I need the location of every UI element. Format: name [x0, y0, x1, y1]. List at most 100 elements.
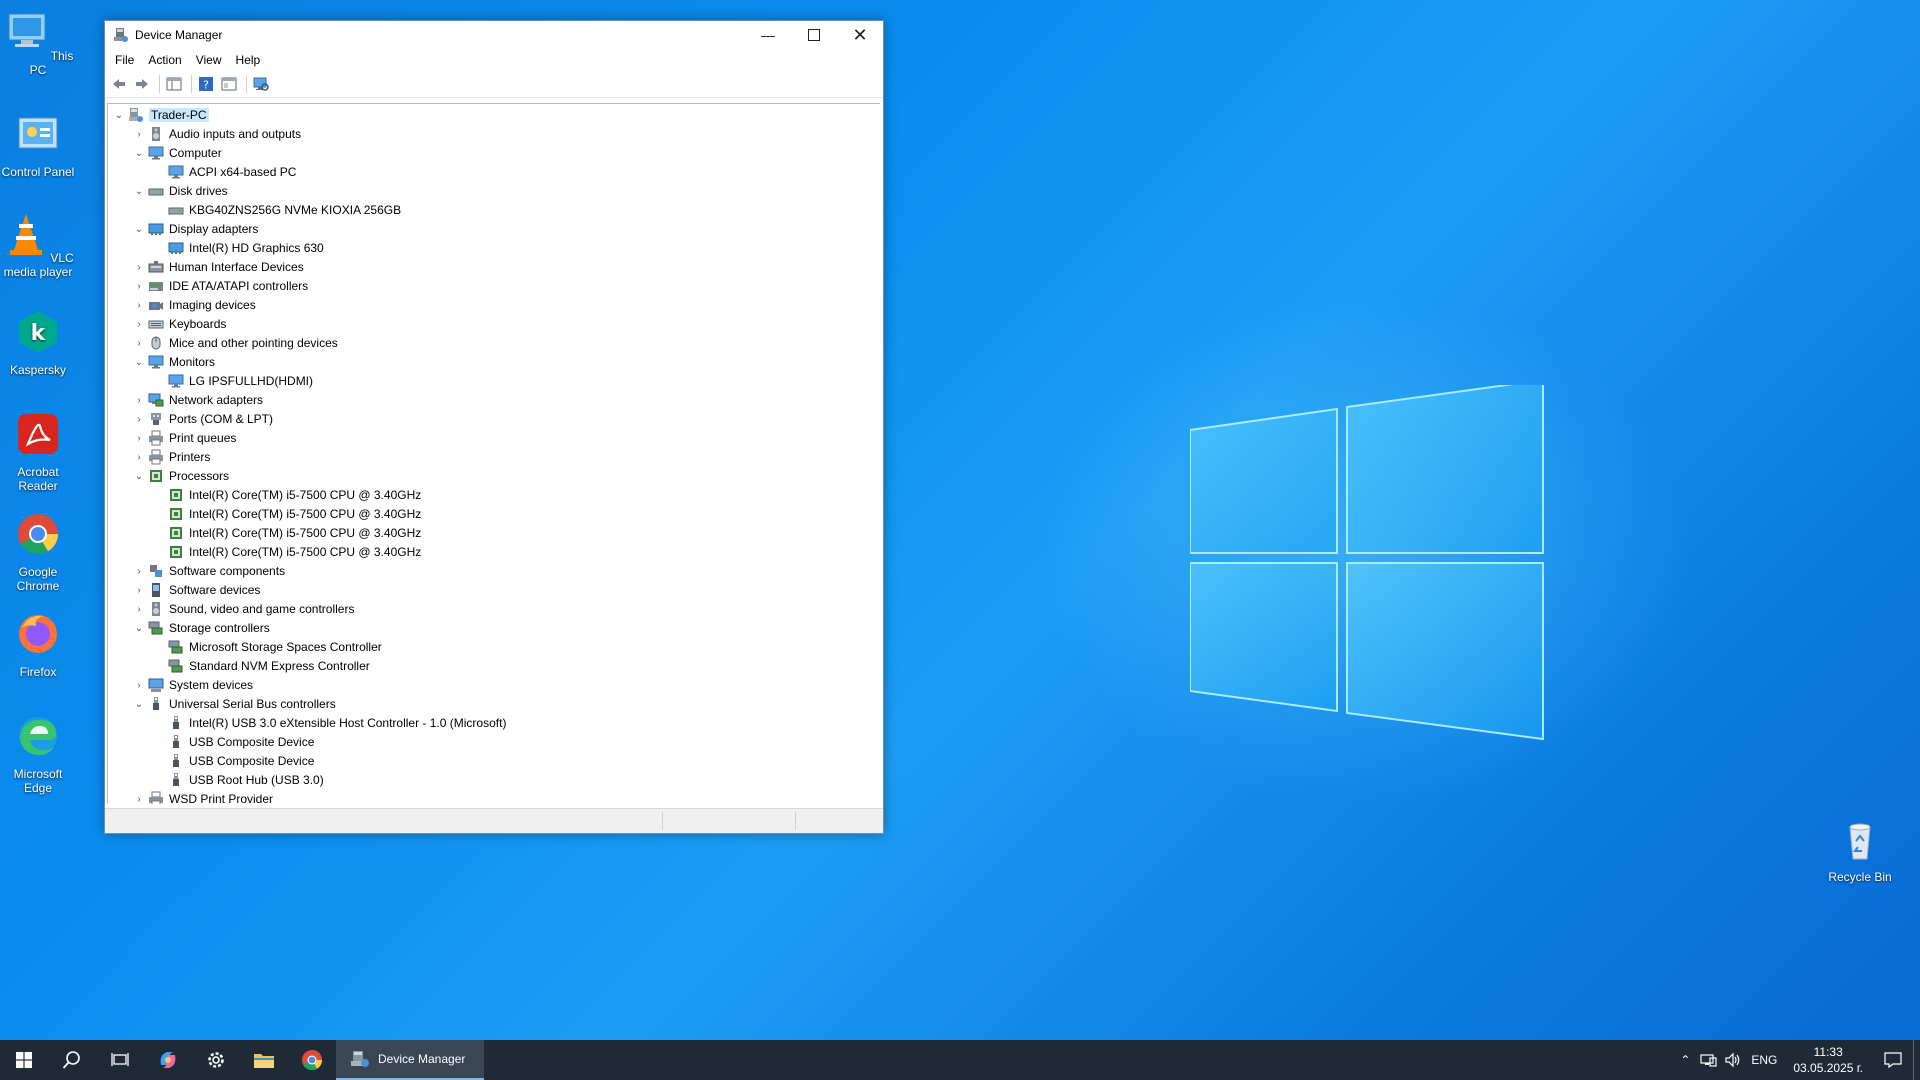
desktop-shortcut[interactable]: This PC	[0, 8, 76, 77]
menu-file[interactable]: File	[109, 53, 142, 67]
tree-item-label: Intel(R) Core(TM) i5-7500 CPU @ 3.40GHz	[189, 545, 422, 559]
tree-category[interactable]: › Printers	[132, 448, 210, 466]
scan-hardware-button[interactable]	[251, 74, 271, 94]
language-indicator[interactable]: ENG	[1745, 1040, 1783, 1080]
tree-category[interactable]: ⌄ Monitors	[132, 353, 215, 371]
tree-category[interactable]: › Imaging devices	[132, 296, 255, 314]
tree-category[interactable]: ⌄ Disk drives	[132, 182, 228, 200]
chevron-right-icon[interactable]: ›	[132, 600, 146, 618]
chevron-right-icon[interactable]: ›	[132, 296, 146, 314]
chevron-right-icon[interactable]: ›	[132, 125, 146, 143]
show-desktop-button[interactable]	[1913, 1040, 1920, 1080]
network-tray-button[interactable]	[1697, 1040, 1721, 1080]
tree-root[interactable]: ⌄ Trader-PC	[112, 106, 209, 124]
chevron-down-icon[interactable]: ⌄	[132, 353, 146, 371]
title-bar[interactable]: Device Manager — ✕	[105, 21, 883, 49]
tree-category[interactable]: ⌄ Computer	[132, 144, 222, 162]
search-button[interactable]	[48, 1040, 96, 1080]
tree-category[interactable]: › Sound, video and game controllers	[132, 600, 354, 618]
tree-device[interactable]: Intel(R) Core(TM) i5-7500 CPU @ 3.40GHz	[152, 524, 421, 542]
tree-device[interactable]: Microsoft Storage Spaces Controller	[152, 638, 382, 656]
forward-button[interactable]	[132, 74, 152, 94]
tree-category[interactable]: ⌄ Processors	[132, 467, 229, 485]
tree-category[interactable]: › Human Interface Devices	[132, 258, 303, 276]
desktop-shortcut[interactable]: Acrobat Reader	[0, 410, 76, 493]
device-manager-taskbar-button[interactable]: Device Manager	[336, 1040, 484, 1080]
tree-category[interactable]: › Mice and other pointing devices	[132, 334, 337, 352]
tree-category[interactable]: › System devices	[132, 676, 253, 694]
chevron-down-icon[interactable]: ⌄	[112, 106, 126, 124]
tree-category[interactable]: › Software devices	[132, 581, 260, 599]
tree-category[interactable]: › IDE ATA/ATAPI controllers	[132, 277, 308, 295]
tree-device[interactable]: Intel(R) USB 3.0 eXtensible Host Control…	[152, 714, 506, 732]
chevron-right-icon[interactable]: ›	[132, 277, 146, 295]
start-button[interactable]	[0, 1040, 48, 1080]
chevron-down-icon[interactable]: ⌄	[132, 220, 146, 238]
tree-device[interactable]: Standard NVM Express Controller	[152, 657, 370, 675]
properties-button[interactable]	[219, 74, 239, 94]
chevron-down-icon[interactable]: ⌄	[132, 144, 146, 162]
chevron-right-icon[interactable]: ›	[132, 581, 146, 599]
desktop-shortcut[interactable]: VLC media player	[0, 210, 76, 279]
tree-category[interactable]: › Software components	[132, 562, 285, 580]
chevron-down-icon[interactable]: ⌄	[132, 695, 146, 713]
tree-category[interactable]: › Keyboards	[132, 315, 226, 333]
action-center-button[interactable]	[1873, 1040, 1913, 1080]
tree-device[interactable]: KBG40ZNS256G NVMe KIOXIA 256GB	[152, 201, 401, 219]
tree-device[interactable]: USB Root Hub (USB 3.0)	[152, 771, 324, 789]
tree-device[interactable]: ACPI x64-based PC	[152, 163, 296, 181]
chevron-right-icon[interactable]: ›	[132, 676, 146, 694]
desktop-shortcut[interactable]: k Kaspersky	[0, 308, 76, 377]
clock[interactable]: 11:33 03.05.2025 г.	[1783, 1044, 1873, 1076]
volume-tray-button[interactable]	[1721, 1040, 1745, 1080]
chrome-taskbar-button[interactable]	[288, 1040, 336, 1080]
tree-device[interactable]: LG IPSFULLHD(HDMI)	[152, 372, 313, 390]
show-hidden-icons-button[interactable]: ⌃	[1673, 1040, 1697, 1080]
maximize-button[interactable]	[791, 21, 837, 49]
menu-help[interactable]: Help	[230, 53, 269, 67]
tree-category[interactable]: ⌄ Storage controllers	[132, 619, 270, 637]
desktop-shortcut[interactable]: Microsoft Edge	[0, 712, 76, 795]
chevron-down-icon[interactable]: ⌄	[132, 467, 146, 485]
chevron-right-icon[interactable]: ›	[132, 790, 146, 805]
back-button[interactable]	[109, 74, 129, 94]
tree-category[interactable]: › Ports (COM & LPT)	[132, 410, 273, 428]
chevron-right-icon[interactable]: ›	[132, 315, 146, 333]
tree-category[interactable]: › Print queues	[132, 429, 236, 447]
minimize-button[interactable]: —	[745, 21, 791, 49]
chevron-down-icon[interactable]: ⌄	[132, 619, 146, 637]
tree-device[interactable]: Intel(R) Core(TM) i5-7500 CPU @ 3.40GHz	[152, 486, 421, 504]
task-view-button[interactable]	[96, 1040, 144, 1080]
tree-device[interactable]: USB Composite Device	[152, 733, 314, 751]
chevron-right-icon[interactable]: ›	[132, 562, 146, 580]
show-hide-console-tree-button[interactable]	[164, 74, 184, 94]
chevron-right-icon[interactable]: ›	[132, 448, 146, 466]
chevron-right-icon[interactable]: ›	[132, 429, 146, 447]
settings-button[interactable]	[192, 1040, 240, 1080]
tree-device[interactable]: Intel(R) HD Graphics 630	[152, 239, 324, 257]
desktop-shortcut[interactable]: Firefox	[0, 610, 76, 679]
chevron-right-icon[interactable]: ›	[132, 410, 146, 428]
tree-category[interactable]: › Network adapters	[132, 391, 263, 409]
tree-item-label: Universal Serial Bus controllers	[169, 697, 336, 711]
recycle-bin-shortcut[interactable]: Recycle Bin	[1822, 815, 1898, 884]
tree-device[interactable]: Intel(R) Core(TM) i5-7500 CPU @ 3.40GHz	[152, 505, 421, 523]
menu-view[interactable]: View	[190, 53, 230, 67]
close-button[interactable]: ✕	[837, 21, 883, 49]
chevron-right-icon[interactable]: ›	[132, 391, 146, 409]
tree-category[interactable]: ⌄ Display adapters	[132, 220, 259, 238]
desktop-shortcut[interactable]: Google Chrome	[0, 510, 76, 593]
desktop-shortcut[interactable]: Control Panel	[0, 110, 76, 179]
tree-device[interactable]: Intel(R) Core(TM) i5-7500 CPU @ 3.40GHz	[152, 543, 421, 561]
tree-category[interactable]: ⌄ Universal Serial Bus controllers	[132, 695, 336, 713]
chevron-right-icon[interactable]: ›	[132, 258, 146, 276]
chevron-right-icon[interactable]: ›	[132, 334, 146, 352]
tree-category[interactable]: › WSD Print Provider	[132, 790, 273, 804]
tree-category[interactable]: › Audio inputs and outputs	[132, 125, 301, 143]
chevron-down-icon[interactable]: ⌄	[132, 182, 146, 200]
tree-device[interactable]: USB Composite Device	[152, 752, 314, 770]
menu-action[interactable]: Action	[142, 53, 189, 67]
help-button[interactable]: ?	[196, 74, 216, 94]
copilot-button[interactable]	[144, 1040, 192, 1080]
file-explorer-button[interactable]	[240, 1040, 288, 1080]
